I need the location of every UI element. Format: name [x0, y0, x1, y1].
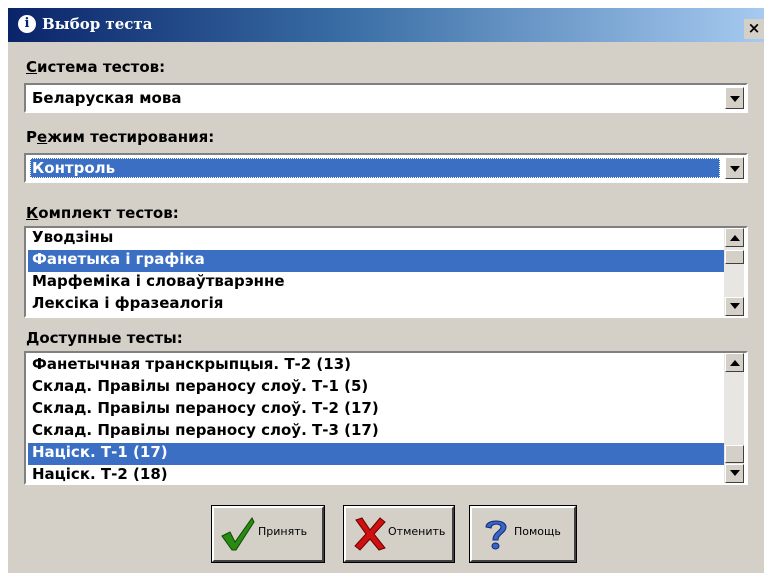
list-item[interactable]: Марфеміка і словаўтварэнне — [28, 272, 724, 294]
kits-label-accel: К — [26, 204, 39, 222]
accept-button-label: Принять — [258, 525, 308, 538]
mode-select-value: Контроль — [30, 158, 720, 178]
list-item[interactable]: Склад. Правілы пераносу слоў. Т-3 (17) — [28, 421, 724, 443]
help-button-label: Помощь — [514, 525, 561, 538]
window-title: Выбор теста — [42, 15, 153, 33]
checkmark-icon — [221, 517, 255, 551]
chevron-up-icon — [730, 360, 740, 366]
scroll-thumb[interactable] — [725, 445, 744, 463]
chevron-up-icon — [730, 235, 740, 241]
tests-label: Доступные тесты: — [26, 329, 183, 348]
list-item[interactable]: Уводзіны — [28, 228, 724, 250]
tests-scrollbar[interactable] — [724, 353, 744, 483]
scroll-down-button[interactable] — [725, 297, 744, 316]
chevron-down-icon — [730, 96, 740, 102]
x-icon — [354, 517, 386, 551]
list-item[interactable]: Лексіка і фразеалогія — [28, 294, 724, 316]
mode-label-accel: е — [37, 128, 48, 146]
tests-label-rest: оступные тесты: — [39, 329, 183, 347]
kits-scrollbar[interactable] — [724, 228, 744, 316]
kits-list[interactable]: Уводзіны Фанетыка і графіка Марфеміка і сл… — [24, 226, 748, 318]
system-select-value: Беларуская мова — [32, 89, 182, 107]
info-icon: i — [18, 15, 36, 33]
kits-items: Уводзіны Фанетыка і графіка Марфеміка і сл… — [28, 228, 724, 316]
system-label-rest: истема тестов: — [37, 58, 166, 76]
tests-label-accel: Д — [26, 329, 40, 347]
accept-button[interactable]: Принять — [211, 505, 325, 563]
mode-dropdown-button[interactable] — [725, 157, 744, 179]
system-label: Система тестов: — [26, 58, 165, 77]
chevron-down-icon — [730, 470, 740, 476]
mode-label: Режим тестирования: — [26, 128, 214, 147]
cancel-button[interactable]: Отменить — [343, 505, 455, 563]
question-icon — [485, 520, 507, 550]
mode-label-rest: жим тестирования: — [47, 128, 215, 146]
kits-label: Комплект тестов: — [26, 204, 179, 223]
scroll-up-button[interactable] — [725, 228, 744, 247]
cancel-button-label: Отменить — [388, 525, 446, 538]
list-item[interactable]: Націск. Т-2 (18) — [28, 465, 724, 483]
tests-items: Фанетычная транскрыпцыя. Т-2 (13) Склад. … — [28, 355, 724, 483]
list-item[interactable]: Склад. Правілы пераносу слоў. Т-2 (17) — [28, 399, 724, 421]
chevron-down-icon — [730, 303, 740, 309]
scroll-thumb[interactable] — [725, 250, 744, 264]
list-item[interactable]: Фанетыка і графіка — [28, 250, 724, 272]
scroll-up-button[interactable] — [725, 353, 744, 372]
scroll-down-button[interactable] — [725, 464, 744, 483]
list-item[interactable]: Склад. Правілы пераносу слоў. Т-1 (5) — [28, 377, 724, 399]
list-item[interactable]: Фанетычная транскрыпцыя. Т-2 (13) — [28, 355, 724, 377]
list-item[interactable]: Націск. Т-1 (17) — [28, 443, 724, 465]
chevron-down-icon — [730, 166, 740, 172]
system-dropdown-button[interactable] — [725, 87, 744, 109]
dialog-window: i Выбор теста × Система тестов: Беларуск… — [8, 8, 764, 573]
help-button[interactable]: Помощь — [469, 505, 577, 563]
close-button[interactable]: × — [744, 19, 764, 39]
title-bar[interactable]: i Выбор теста — [8, 8, 764, 42]
system-select[interactable]: Беларуская мова — [24, 83, 748, 113]
tests-list[interactable]: Фанетычная транскрыпцыя. Т-2 (13) Склад. … — [24, 351, 748, 485]
kits-label-rest: омплект тестов: — [38, 204, 179, 222]
system-label-accel: С — [26, 58, 38, 76]
mode-label-prefix: Р — [26, 128, 37, 146]
mode-select[interactable]: Контроль — [24, 153, 748, 183]
